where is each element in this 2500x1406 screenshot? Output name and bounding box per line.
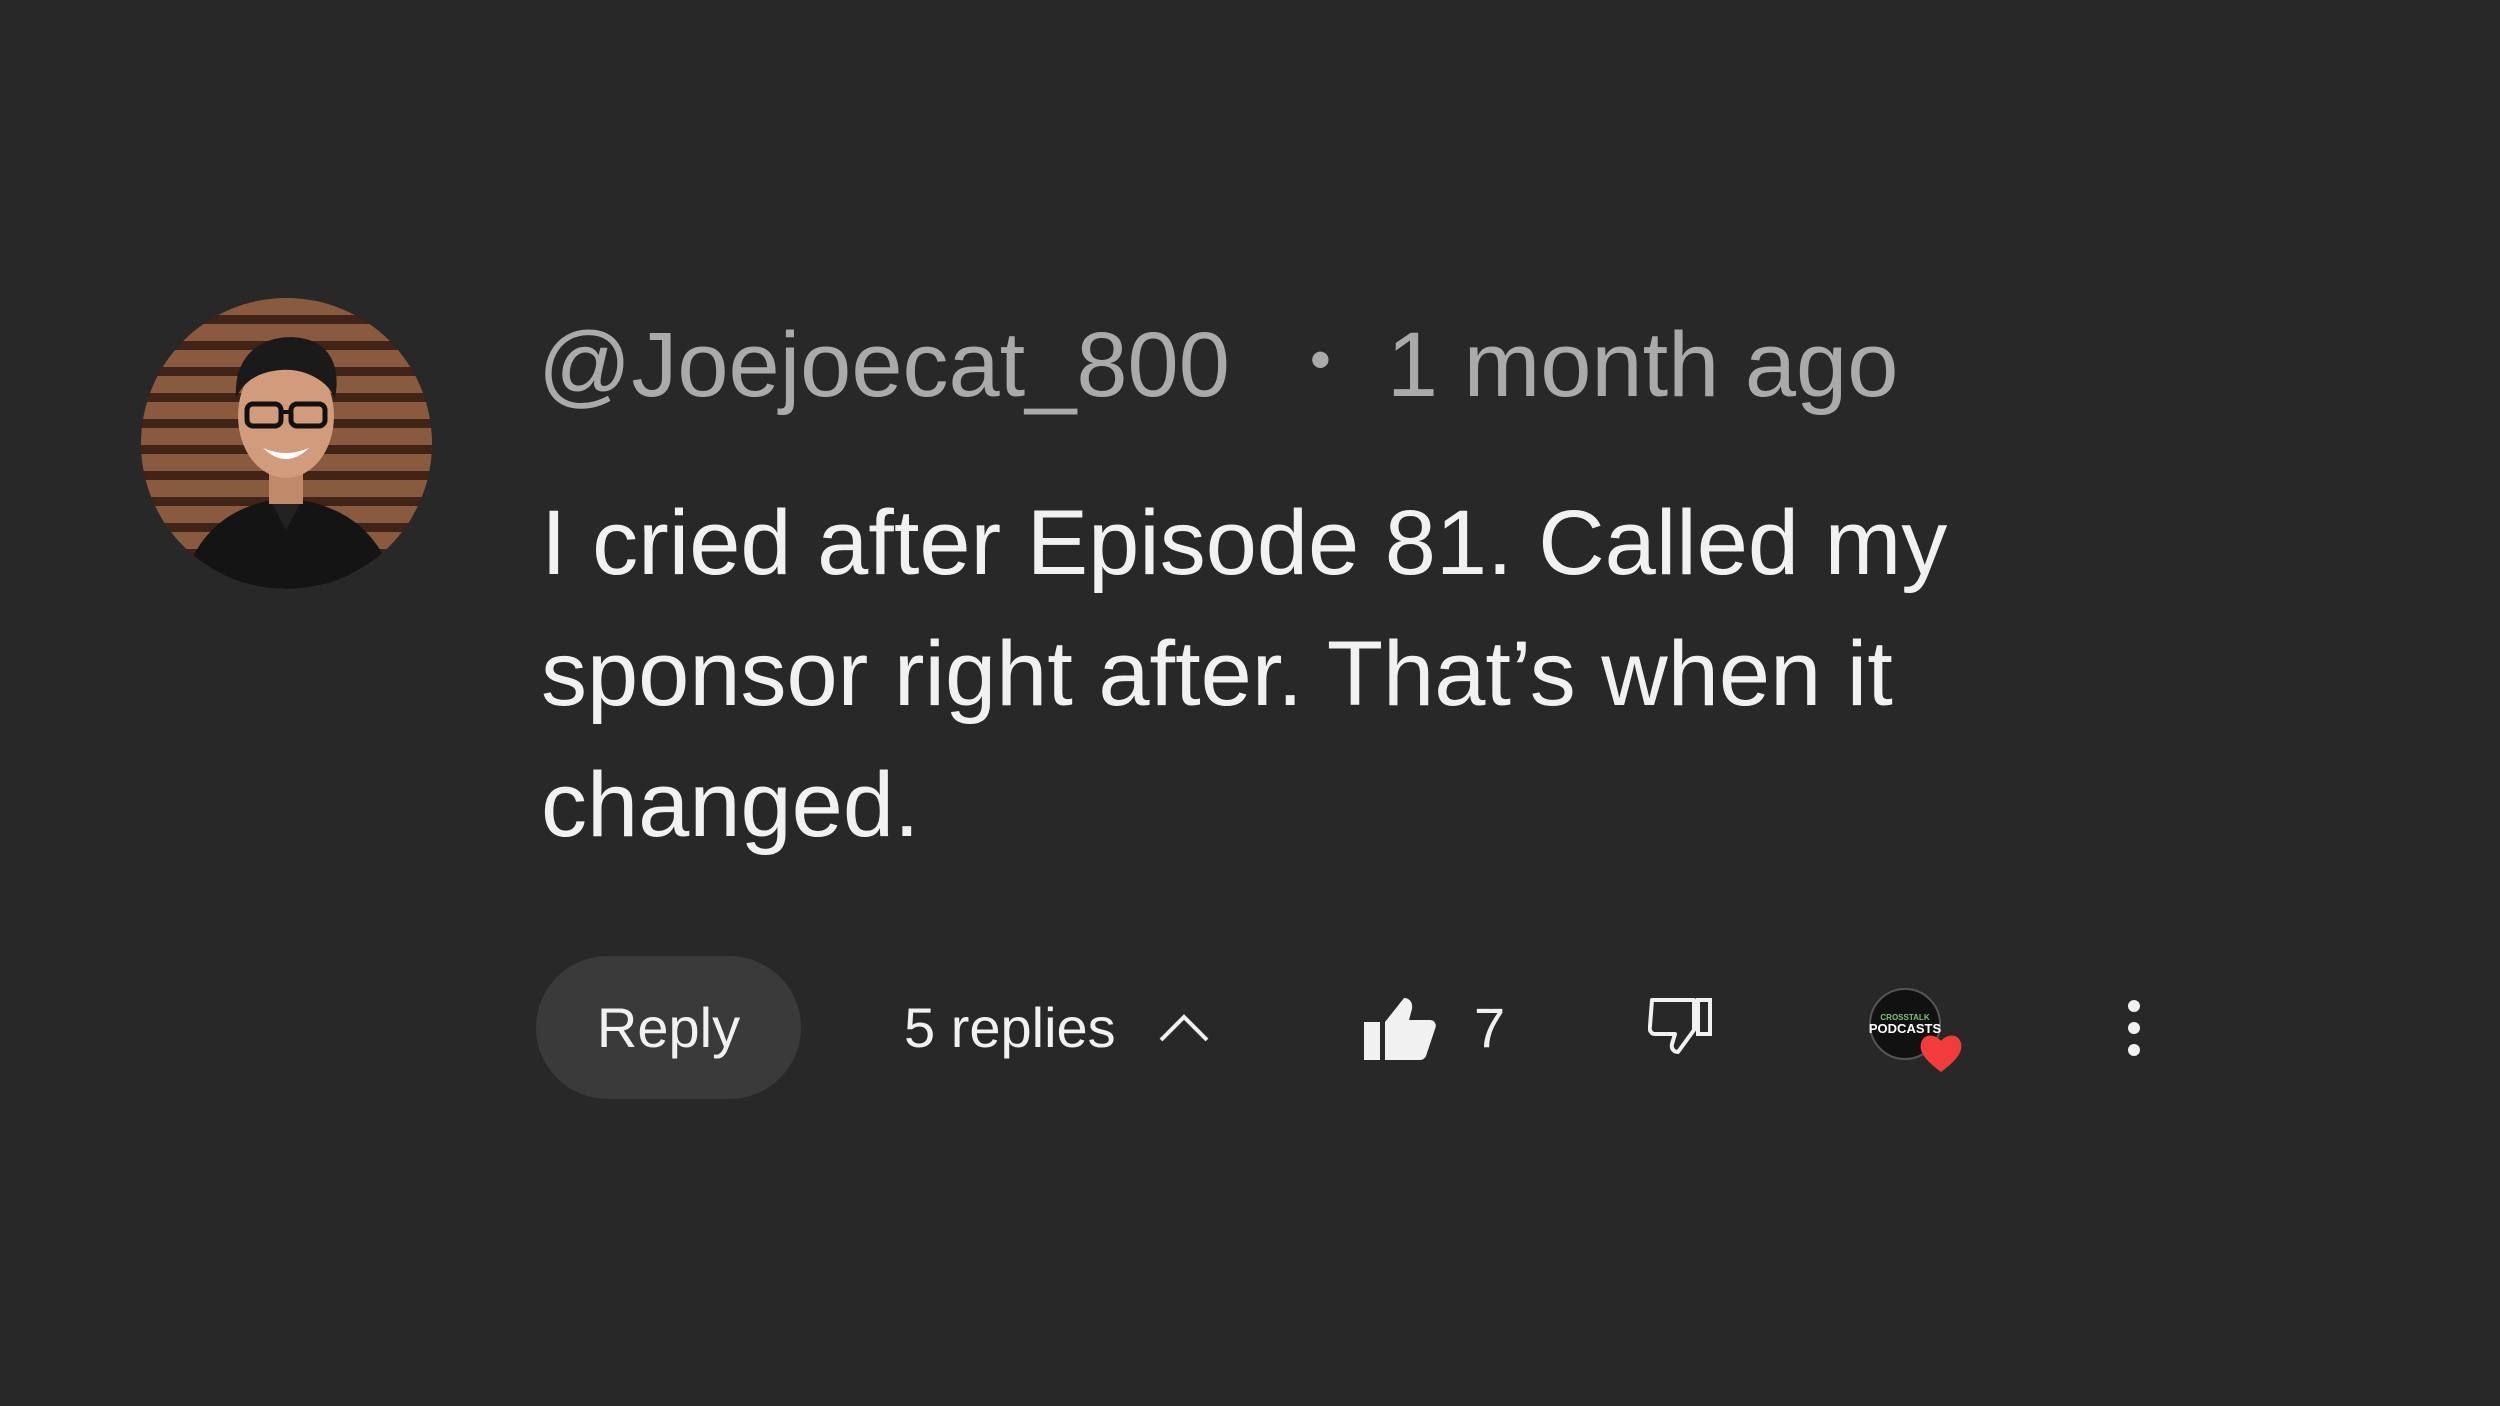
avatar-image [141,298,432,589]
replies-toggle[interactable]: 5 replies [904,956,1210,1099]
like-count: 7 [1474,996,1506,1059]
like-button[interactable]: 7 [1364,956,1505,1099]
heart-icon [1920,1035,1962,1072]
replies-count: 5 replies [904,996,1116,1059]
chevron-up-icon [1159,1013,1209,1041]
avatar[interactable] [141,298,432,589]
comment-header: @Joejoecat_800 • 1 month ago [538,310,1898,420]
timestamp[interactable]: 1 month ago [1387,313,1898,418]
comment-text: I cried after Episode 81. Called my spon… [541,492,1948,856]
more-vertical-icon[interactable] [2124,998,2144,1058]
comment-actions: Reply 5 replies 7 CROSSTALK PODCASTS [536,956,2236,1099]
creator-heart: CROSSTALK PODCASTS [1869,988,1969,1078]
author-name[interactable]: @Joejoecat_800 [538,313,1230,418]
comment-card: @Joejoecat_800 • 1 month ago I cried aft… [0,0,2500,1406]
reply-button[interactable]: Reply [536,956,801,1099]
thumbs-up-icon [1364,997,1436,1060]
separator-dot: • [1309,325,1331,393]
thumbs-down-icon[interactable] [1648,994,1714,1056]
